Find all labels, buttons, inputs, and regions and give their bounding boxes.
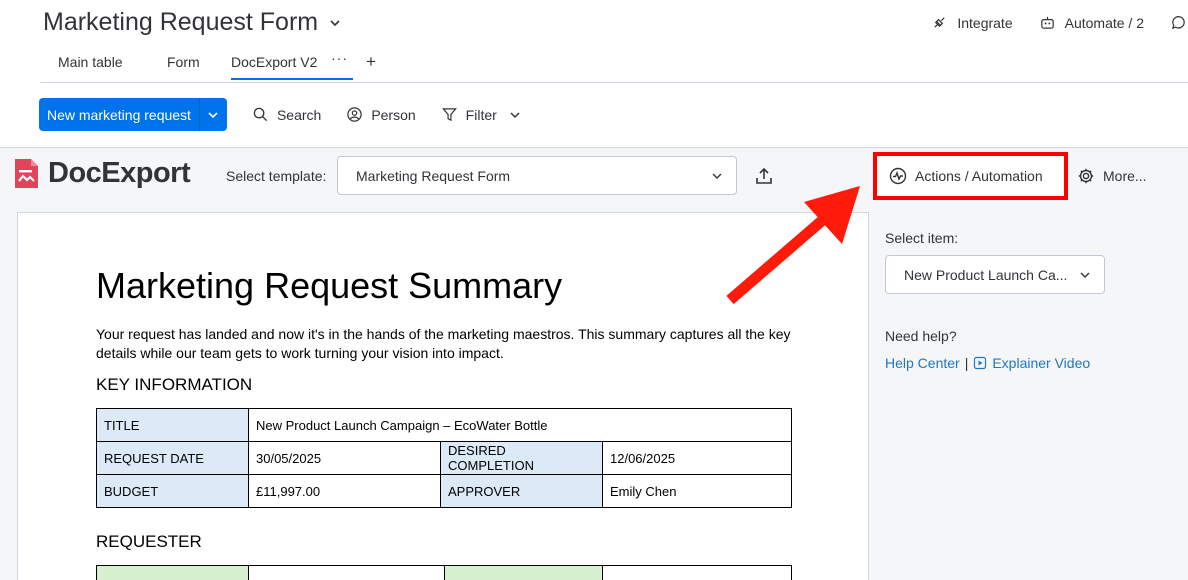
document-preview: Marketing Request Summary Your request h… xyxy=(17,212,869,580)
add-view-icon[interactable]: + xyxy=(366,52,376,72)
more-label: More... xyxy=(1103,168,1147,184)
chevron-down-icon xyxy=(712,173,722,179)
approver-label-cell: APPROVER xyxy=(440,474,603,508)
select-item-label: Select item: xyxy=(885,230,959,246)
actions-automation-label: Actions / Automation xyxy=(915,168,1043,184)
explainer-video-link[interactable]: Explainer Video xyxy=(992,355,1090,371)
table-row: BUDGET £11,997.00 APPROVER Emily Chen xyxy=(96,474,792,508)
search-icon xyxy=(253,107,268,122)
person-label: Person xyxy=(371,106,416,123)
docexport-logo-text: DocExport xyxy=(48,157,191,189)
updates-button[interactable] xyxy=(1170,14,1188,31)
requester-label-cell xyxy=(96,565,249,580)
template-select-value: Marketing Request Form xyxy=(356,167,511,184)
new-item-dropdown[interactable] xyxy=(200,98,227,131)
automate-label: Automate / 2 xyxy=(1064,14,1144,31)
table-row: TITLE New Product Launch Campaign – EcoW… xyxy=(96,408,792,442)
tab-main-table[interactable]: Main table xyxy=(58,54,123,70)
requester-table xyxy=(96,565,792,580)
chevron-down-icon[interactable] xyxy=(328,16,342,30)
upload-icon[interactable] xyxy=(754,166,774,186)
table-row: REQUEST DATE 30/05/2025 DESIRED COMPLETI… xyxy=(96,441,792,475)
view-tabs: Main table Form DocExport V2 ··· + xyxy=(40,46,1188,83)
help-center-link[interactable]: Help Center xyxy=(885,355,960,371)
search-label: Search xyxy=(276,106,322,123)
board-title-text: Marketing Request Form xyxy=(43,8,319,36)
board-header: Marketing Request Form Integrate Automat… xyxy=(0,0,1188,148)
desired-completion-value-cell: 12/06/2025 xyxy=(602,441,792,475)
person-icon xyxy=(347,107,363,122)
new-item-button[interactable]: New marketing request xyxy=(39,98,227,131)
links-separator: | xyxy=(964,355,969,371)
person-filter-button[interactable]: Person xyxy=(346,106,416,123)
help-links: Help Center | Explainer Video xyxy=(885,355,1165,371)
new-item-label[interactable]: New marketing request xyxy=(39,98,200,131)
filter-button[interactable]: Filter xyxy=(441,106,521,123)
requester-heading: REQUESTER xyxy=(96,532,202,551)
tab-options-icon[interactable]: ··· xyxy=(331,50,348,66)
approver-value-cell: Emily Chen xyxy=(602,474,792,508)
item-sidebar: Select item: New Product Launch Ca... Ne… xyxy=(885,230,1165,371)
integrate-icon xyxy=(934,17,946,28)
request-date-value-cell: 30/05/2025 xyxy=(248,441,441,475)
tab-docexport-label: DocExport V2 xyxy=(231,54,318,70)
tab-form[interactable]: Form xyxy=(167,54,200,70)
board-title[interactable]: Marketing Request Form xyxy=(43,8,342,37)
department-label-cell xyxy=(444,565,603,580)
title-value-cell: New Product Launch Campaign – EcoWater B… xyxy=(248,408,792,442)
document-intro: Your request has landed and now it's in … xyxy=(96,326,791,361)
integrate-label: Integrate xyxy=(957,14,1013,31)
requester-value-cell xyxy=(248,565,445,580)
more-button[interactable]: More... xyxy=(1077,167,1147,185)
document-title: Marketing Request Summary xyxy=(96,265,563,306)
item-select-value: New Product Launch Ca... xyxy=(904,266,1068,283)
robot-icon xyxy=(1040,16,1054,29)
docexport-logo: DocExport xyxy=(13,157,191,190)
chevron-down-icon[interactable] xyxy=(509,109,521,121)
budget-label-cell: BUDGET xyxy=(96,474,249,508)
department-value-cell xyxy=(602,565,792,580)
chevron-down-icon xyxy=(208,111,219,118)
key-information-heading: KEY INFORMATION xyxy=(96,375,253,394)
integrate-button[interactable]: Integrate xyxy=(931,14,1013,31)
desired-completion-label-cell: DESIRED COMPLETION xyxy=(440,441,603,475)
search-button[interactable]: Search xyxy=(252,106,321,123)
key-information-table: TITLE New Product Launch Campaign – EcoW… xyxy=(96,408,792,508)
play-video-icon[interactable] xyxy=(973,356,987,370)
table-row xyxy=(96,565,792,580)
select-template-label: Select template: xyxy=(226,168,327,184)
docexport-content: Marketing Request Summary Your request h… xyxy=(0,204,1188,580)
activity-icon xyxy=(889,167,907,185)
item-select[interactable]: New Product Launch Ca... xyxy=(885,255,1105,294)
filter-icon xyxy=(441,108,457,122)
chevron-down-icon xyxy=(1080,272,1090,278)
automate-button[interactable]: Automate / 2 xyxy=(1039,14,1144,31)
chat-bubble-icon xyxy=(1171,16,1185,30)
budget-value-cell: £11,997.00 xyxy=(248,474,441,508)
gear-icon xyxy=(1078,168,1094,184)
filter-label: Filter xyxy=(465,106,497,123)
board-toolbar: New marketing request Search Person Filt… xyxy=(39,98,521,131)
title-label-cell: TITLE xyxy=(96,408,249,442)
document-logo-icon xyxy=(15,159,38,188)
docexport-toolbar: DocExport Select template: Marketing Req… xyxy=(0,148,1188,204)
board-top-actions: Integrate Automate / 2 xyxy=(931,14,1188,31)
request-date-label-cell: REQUEST DATE xyxy=(96,441,249,475)
template-select[interactable]: Marketing Request Form xyxy=(337,156,737,195)
actions-automation-button[interactable]: Actions / Automation xyxy=(873,152,1068,200)
need-help-label: Need help? xyxy=(885,328,957,344)
